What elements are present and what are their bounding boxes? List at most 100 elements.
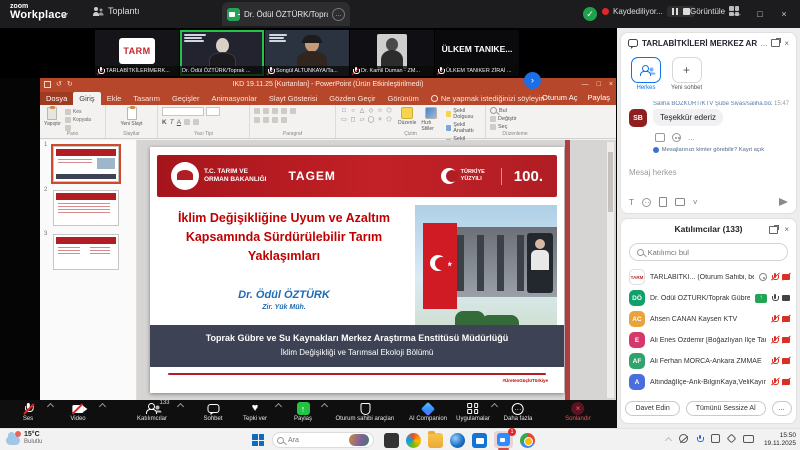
new-chat-button[interactable]: + Yeni sohbet — [671, 57, 702, 91]
font-size-box[interactable] — [206, 107, 220, 116]
message-more-icon[interactable]: ... — [688, 133, 695, 142]
stop-recording-icon[interactable] — [683, 8, 690, 15]
video-tile-kamil[interactable]: Dr. Kamil Duman - ZM... — [350, 30, 434, 76]
bold-button[interactable]: K — [162, 119, 167, 126]
chat-everyone-tab[interactable]: Herkes — [631, 57, 661, 91]
end-meeting-button[interactable]: × Sonlandır — [565, 402, 591, 422]
participant-row[interactable]: TARM TARLABİTKİ... (Oturum Sahibi, ben) — [629, 268, 790, 286]
mute-button[interactable]: Ses — [23, 402, 33, 422]
inbox-icon[interactable] — [743, 435, 754, 443]
task-view-icon[interactable] — [384, 433, 399, 448]
participant-row[interactable]: DÖ Dr. Ödül ÖZTÜRK/Toprak Gübre v... ↑ — [629, 289, 790, 307]
close-button[interactable]: × — [772, 0, 796, 28]
tab-giris[interactable]: Giriş — [73, 92, 100, 105]
paste-button[interactable]: Yapıştır — [44, 107, 61, 131]
zoom-workplace-logo[interactable]: zoom Workplace — [10, 3, 67, 21]
ppt-vertical-scrollbar[interactable] — [607, 142, 614, 398]
participant-row[interactable]: A Altındağİlçe-Ank-BilginKaya,VeliKayım.… — [629, 373, 790, 391]
quick-styles-button[interactable]: Hızlı Stiller — [421, 107, 441, 132]
shape-fill-button[interactable]: Şekil Dolgusu — [446, 108, 481, 120]
cast-display-icon[interactable] — [711, 434, 720, 443]
zoom-app-taskbar-icon[interactable]: 1 — [494, 431, 513, 448]
ppt-minimize-button[interactable]: — — [582, 78, 589, 91]
align-right-icon[interactable] — [254, 117, 260, 123]
indent-icon[interactable] — [272, 108, 278, 114]
copy-button[interactable]: Kopyala — [65, 117, 91, 123]
participant-row[interactable]: AC Ahsen CANAN Kayseri KTV — [629, 310, 790, 328]
italic-button[interactable]: T — [170, 119, 174, 126]
chat-popout-icon[interactable] — [771, 39, 780, 47]
more-tools-caret-icon[interactable]: ˅ — [693, 198, 698, 207]
chat-button[interactable]: Sohbet — [203, 402, 222, 422]
tab-more-icon[interactable]: ... — [332, 8, 345, 21]
share-screen-button[interactable]: ↑ Paylaş — [294, 402, 312, 422]
participants-more-button[interactable]: ... — [772, 401, 792, 416]
align-center-icon[interactable] — [290, 108, 296, 114]
slide-thumbnail-3[interactable] — [53, 234, 119, 270]
video-tile-ulkem[interactable]: ÜLKEM TANIKE... ÜLKEM TANIKER ZİRAİ ... — [435, 30, 519, 76]
security-shield-icon[interactable]: ✓ — [583, 7, 597, 21]
bullets-icon[interactable] — [254, 108, 260, 114]
taskbar-clock[interactable]: 15:50 19.11.2025 — [764, 432, 796, 448]
onedrive-icon[interactable] — [727, 434, 737, 444]
sign-in-button[interactable]: Oturum Aç — [542, 93, 577, 102]
weather-widget[interactable]: 15°C Bulutlu — [6, 431, 42, 446]
font-name-box[interactable] — [162, 107, 204, 116]
tab-gecisler[interactable]: Geçişler — [166, 92, 206, 105]
tab-slayt-gosterisi[interactable]: Slayt Gösterisi — [263, 92, 323, 105]
participants-options-chevron[interactable] — [177, 403, 184, 410]
participants-close-icon[interactable]: × — [784, 225, 789, 234]
video-tile-tarm[interactable]: TARM TARLABİTKİLERİMERK... — [95, 30, 179, 76]
taskbar-search[interactable]: Ara — [272, 432, 374, 448]
mute-all-button[interactable]: Tümünü Sessize Al — [686, 401, 766, 416]
reactions-options-chevron[interactable] — [275, 403, 282, 410]
arrange-button[interactable]: Düzenle — [398, 107, 416, 126]
participants-button[interactable]: 133 Katılımcılar — [137, 402, 167, 422]
ppt-share-button[interactable]: Paylaş — [587, 93, 610, 102]
participant-search-input[interactable] — [648, 248, 780, 257]
reactions-button[interactable]: ♥ Tepki ver — [243, 402, 267, 422]
tray-mic-icon[interactable] — [696, 434, 703, 443]
tab-dosya[interactable]: Dosya — [40, 92, 73, 105]
next-page-arrow-button[interactable]: › — [524, 72, 541, 89]
tab-ekle[interactable]: Ekle — [101, 92, 128, 105]
pause-recording-icon[interactable] — [672, 8, 678, 15]
chat-close-icon[interactable]: × — [784, 39, 789, 48]
host-tools-button[interactable]: Oturum sahibi araçları — [335, 402, 394, 422]
font-color-icon[interactable] — [184, 119, 190, 125]
emoji-react-icon[interactable] — [672, 133, 681, 142]
text-direction-icon[interactable] — [281, 117, 287, 123]
send-message-icon[interactable] — [779, 198, 788, 206]
video-tile-songul[interactable]: Songül ALTUNKAYA/Ta... — [265, 30, 349, 76]
highlight-icon[interactable] — [193, 119, 199, 125]
current-slide[interactable]: T.C. TARIM VE ORMAN BAKANLIĞI TAGEM TÜRK… — [150, 147, 564, 393]
message-sender[interactable]: Saliha BOZKURT/KTV Şube Sivas/saliha.boz… — [653, 101, 790, 107]
tell-me-box[interactable]: Ne yapmak istediğinizi söyleyin — [425, 92, 551, 105]
active-meeting-tab[interactable]: Dr. Ödül ÖZTÜRK/Toprak Gübre v ... — [222, 2, 350, 26]
shapes-gallery[interactable]: □○△◇☆⬡ ▭◻▱◯✧⬠ — [340, 107, 393, 124]
numbering-icon[interactable] — [263, 108, 269, 114]
chat-message-input[interactable] — [629, 159, 788, 185]
invite-button[interactable]: Davet Edin — [625, 401, 679, 416]
align-left-icon[interactable] — [281, 108, 287, 114]
find-button[interactable]: Bul — [490, 107, 540, 114]
privacy-slash-icon[interactable] — [679, 434, 688, 443]
tab-animasyonlar[interactable]: Animasyonlar — [205, 92, 262, 105]
tab-tasarim[interactable]: Tasarım — [127, 92, 166, 105]
tab-gozden-gecir[interactable]: Gözden Geçir — [323, 92, 381, 105]
minimize-button[interactable]: — — [724, 0, 748, 28]
attach-file-icon[interactable] — [659, 197, 667, 207]
edge-browser-icon[interactable] — [450, 433, 465, 448]
microsoft-store-icon[interactable] — [472, 433, 487, 448]
file-explorer-icon[interactable] — [428, 433, 443, 448]
reply-icon[interactable] — [655, 133, 665, 142]
video-tile-speaker[interactable]: Dr. Ödül ÖZTÜRK/Toprak ... — [180, 30, 264, 76]
participants-popout-icon[interactable] — [769, 226, 778, 234]
video-options-chevron[interactable] — [99, 403, 106, 410]
audio-options-chevron[interactable] — [47, 403, 54, 410]
participant-search[interactable] — [629, 243, 788, 261]
slide-thumbnail-1[interactable] — [53, 146, 119, 182]
share-options-chevron[interactable] — [321, 403, 328, 410]
participant-row[interactable]: E Ali Enes Ozdemir [Boğazlıyan İlçe Tan.… — [629, 331, 790, 349]
copilot-icon[interactable] — [406, 433, 421, 448]
